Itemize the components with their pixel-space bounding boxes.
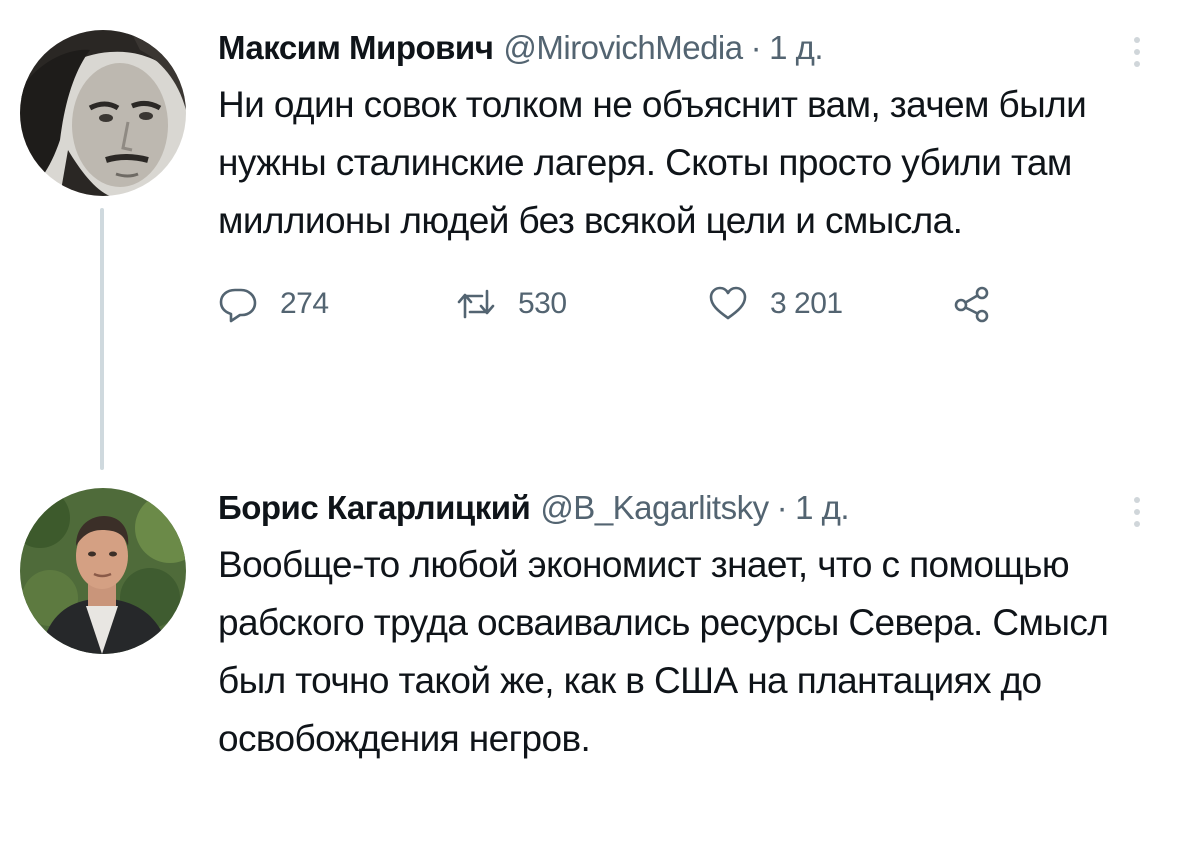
avatar-photo-icon (20, 488, 186, 654)
tweet-text: Ни один совок толком не объяснит вам, за… (218, 84, 1087, 241)
author-display-name[interactable]: Борис Кагарлицкий (218, 489, 531, 527)
tweet-content: Борис Кагарлицкий @B_Kagarlitsky · 1 д. … (218, 482, 1152, 768)
separator-dot: · (750, 29, 762, 66)
retweet-button[interactable]: 530 (456, 274, 567, 334)
like-count: 3 201 (770, 287, 843, 320)
reply-icon (219, 288, 257, 323)
more-icon[interactable] (1122, 32, 1152, 72)
avatar-kagarlitsky[interactable] (20, 488, 186, 654)
author-handle[interactable]: @MirovichMedia (503, 29, 743, 67)
tweet-time[interactable]: 1 д. (795, 489, 849, 527)
like-button[interactable]: 3 201 (708, 274, 843, 334)
avatar-mirovich[interactable] (20, 30, 186, 196)
heart-icon (709, 286, 747, 320)
share-icon (954, 286, 989, 323)
tweet-kagarlitsky[interactable]: Борис Кагарлицкий @B_Kagarlitsky · 1 д. … (0, 470, 1192, 859)
more-icon[interactable] (1122, 492, 1152, 532)
tweet-content: Максим Мирович @MirovichMedia · 1 д. Ни … (218, 22, 1152, 334)
tweet-actions: 274 530 3 201 (218, 274, 1152, 334)
reply-button[interactable]: 274 (218, 274, 329, 334)
tweet-header: Максим Мирович @MirovichMedia · 1 д. (218, 22, 1152, 74)
share-button[interactable] (952, 274, 992, 334)
tweet-text: Вообще-то любой экономист знает, что с п… (218, 544, 1109, 759)
author-display-name[interactable]: Максим Мирович (218, 29, 494, 67)
thread-line (100, 208, 104, 470)
tweet-header: Борис Кагарлицкий @B_Kagarlitsky · 1 д. (218, 482, 1152, 534)
retweet-count: 530 (518, 287, 567, 320)
reply-count: 274 (280, 287, 329, 320)
retweet-icon (457, 289, 495, 319)
tweet-time[interactable]: 1 д. (769, 29, 823, 67)
author-handle[interactable]: @B_Kagarlitsky (540, 489, 769, 527)
separator-dot: · (776, 489, 788, 526)
avatar-portrait-icon (20, 30, 186, 196)
tweet-mirovich[interactable]: Максим Мирович @MirovichMedia · 1 д. Ни … (0, 0, 1192, 470)
